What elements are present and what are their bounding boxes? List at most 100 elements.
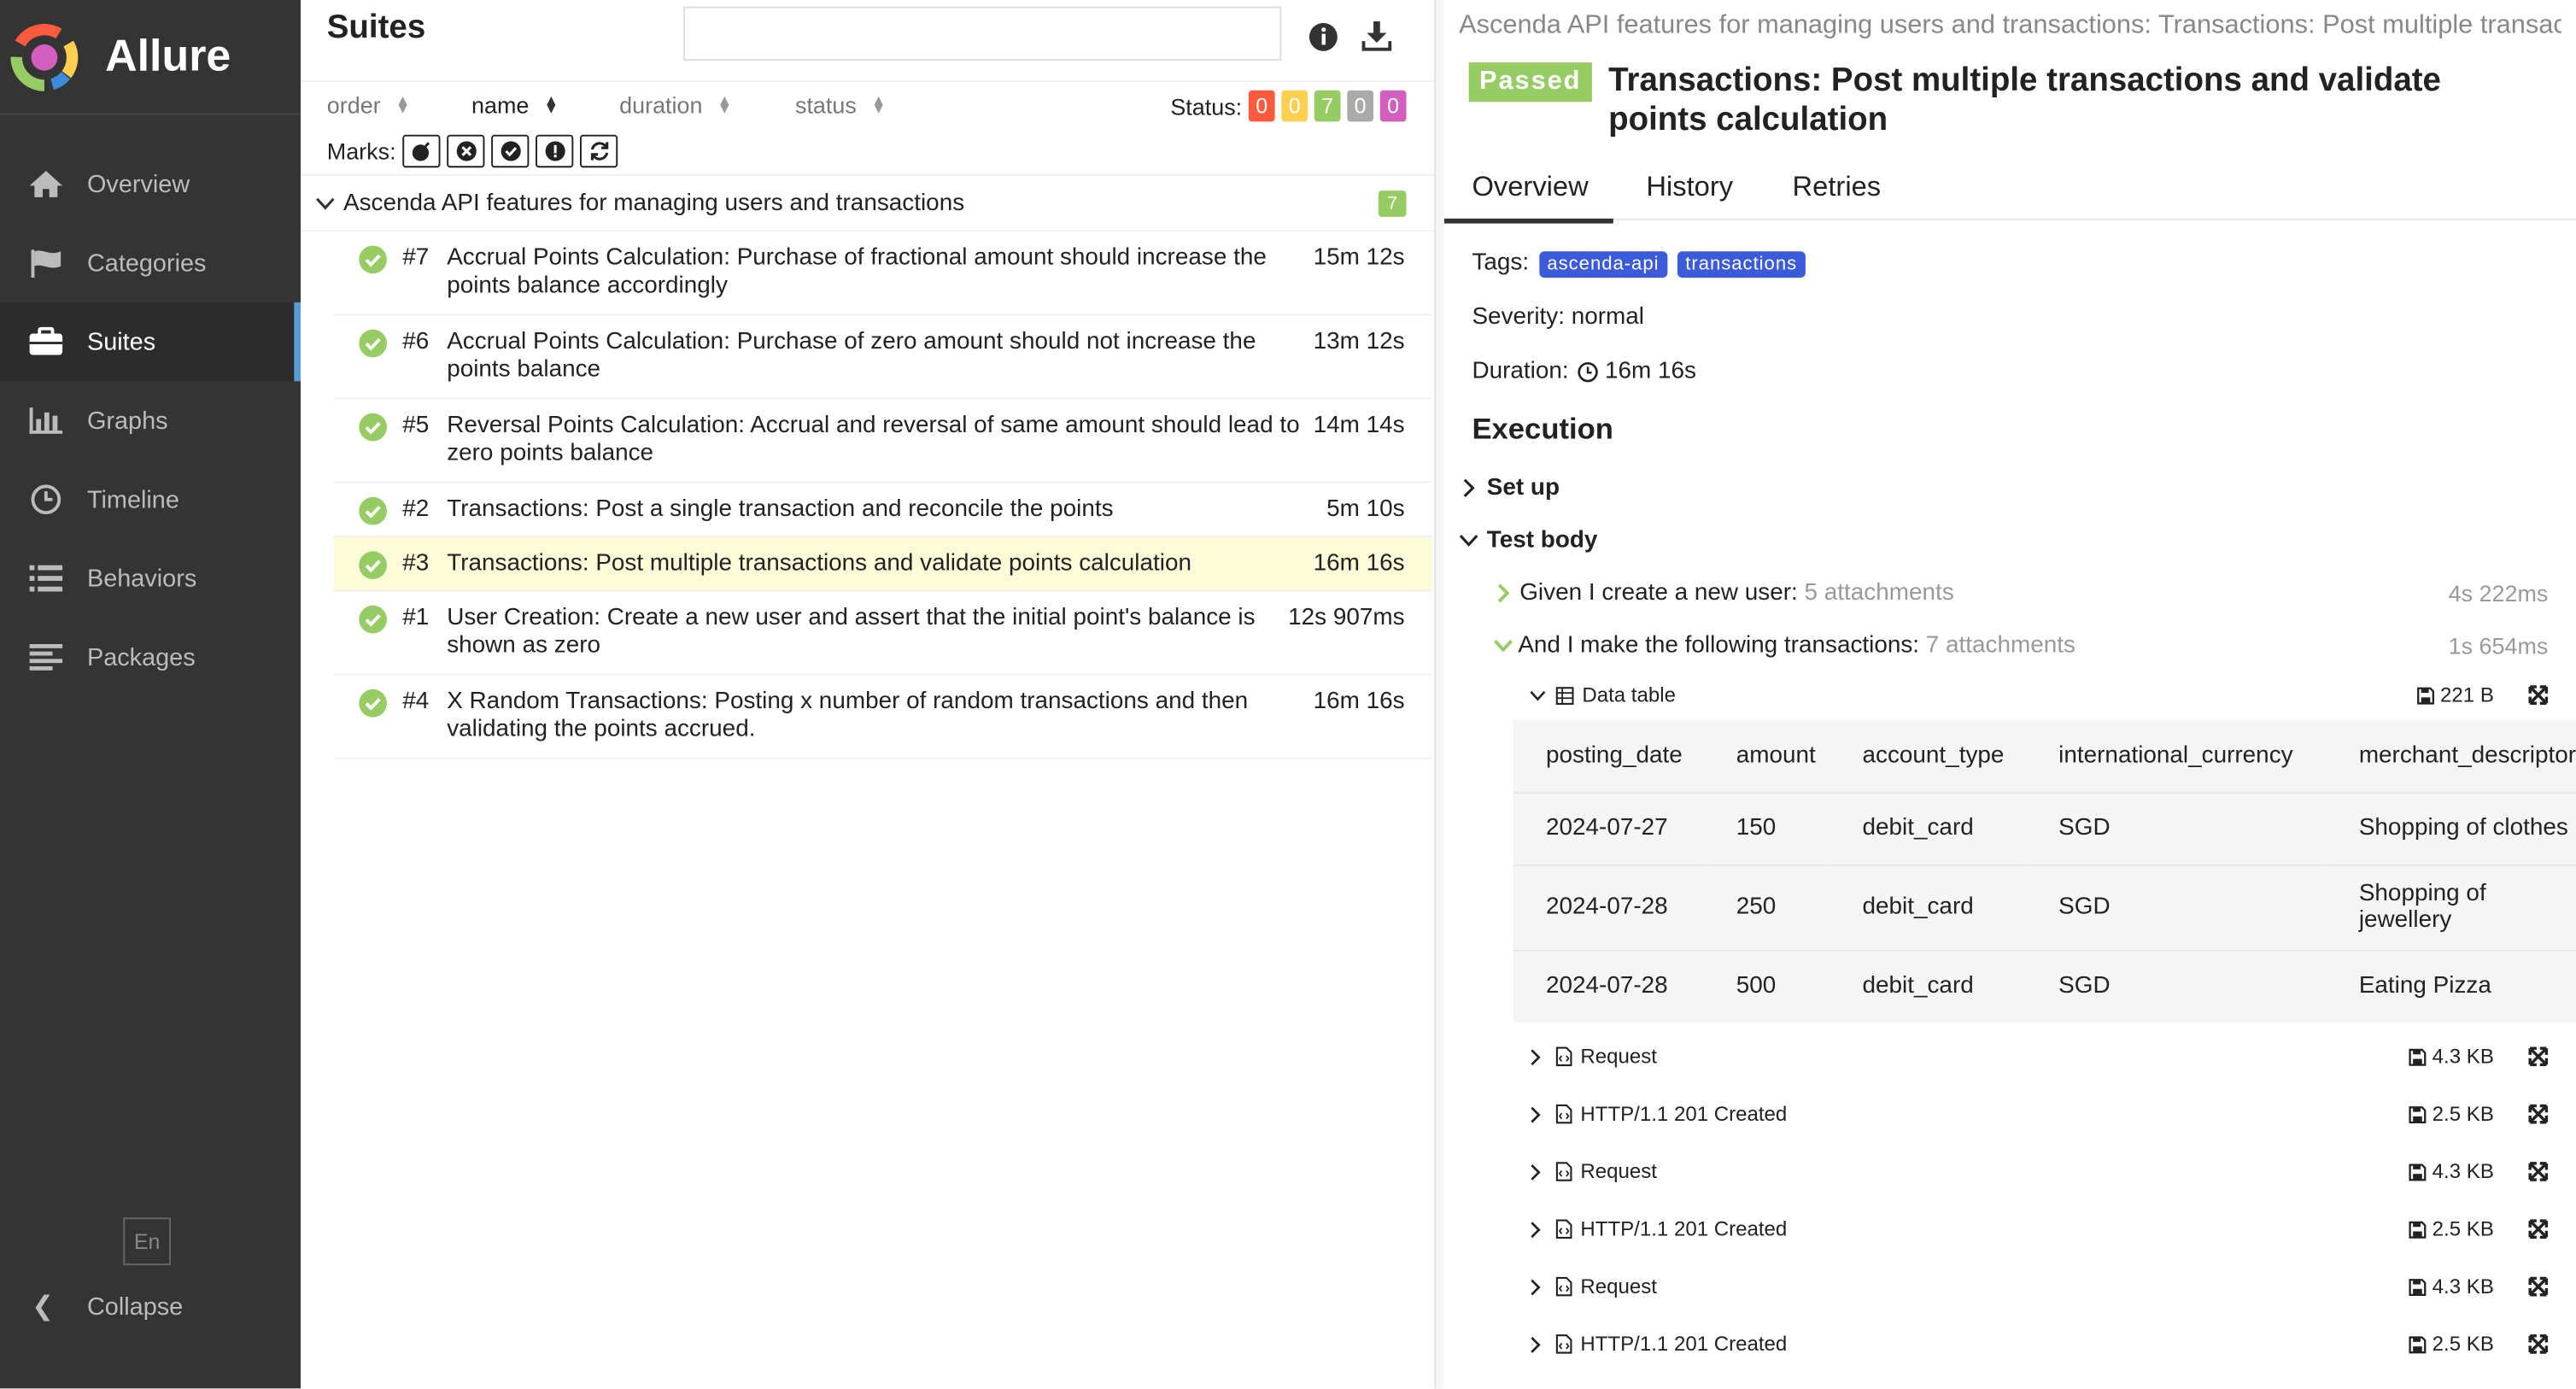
tab-overview[interactable]: Overview <box>1443 171 1613 224</box>
brand[interactable]: Allure <box>0 0 302 115</box>
info-icon <box>1308 21 1337 50</box>
sort-duration[interactable]: duration ▲ ▼ <box>619 92 732 119</box>
column-header: amount <box>1703 719 1830 794</box>
expand-icon <box>2528 1276 2549 1297</box>
sidebar-item-overview[interactable]: Overview <box>0 144 301 223</box>
sidebar-item-label: Graphs <box>86 407 168 435</box>
status-count-passed[interactable]: 7 <box>1314 90 1341 122</box>
test-case-row[interactable]: #6 Accrual Points Calculation: Purchase o… <box>333 315 1433 400</box>
attachment-row[interactable]: Request 4.3 KB <box>1530 1040 2565 1073</box>
chevron-right-icon <box>1530 1047 1549 1065</box>
file-size-icon <box>2409 1105 2427 1123</box>
sort-label: status <box>794 91 857 119</box>
attachment-row[interactable]: HTTP/1.1 201 Created 2.5 KB <box>1530 1327 2565 1360</box>
home-icon <box>26 167 66 200</box>
new-failed-mark-button[interactable] <box>447 133 485 167</box>
attachment-label: Request <box>1580 1275 1657 1298</box>
sort-name[interactable]: name ▲ ▼ <box>471 92 559 119</box>
file-code-icon <box>1555 1046 1572 1067</box>
sidebar-item-label: Packages <box>86 643 196 671</box>
chevron-right-icon <box>1530 1335 1549 1353</box>
test-case-row[interactable]: #1 User Creation: Create a new user and a… <box>333 591 1433 676</box>
attachment-size-value: 221 B <box>2440 683 2494 707</box>
test-case-number: #6 <box>402 328 430 355</box>
test-case-row[interactable]: #2 Transactions: Post a single transactio… <box>333 484 1433 537</box>
step-row[interactable]: Given I create a new user: 5 attachments… <box>1496 580 2548 607</box>
sidebar-item-behaviors[interactable]: Behaviors <box>0 539 301 618</box>
test-case-title: Transactions: Post a single transaction … <box>447 495 1114 523</box>
expand-button[interactable] <box>2528 1219 2549 1240</box>
attachment-size-value: 2.5 KB <box>2432 1217 2494 1241</box>
attachment-row[interactable]: Request 4.3 KB <box>1530 1155 2565 1187</box>
sort-icon: ▲ ▼ <box>717 91 732 117</box>
expand-button[interactable] <box>2528 685 2549 705</box>
test-case-row[interactable]: #5 Reversal Points Calculation: Accrual a… <box>333 399 1433 484</box>
table-cell: debit_card <box>1830 792 2026 865</box>
sidebar-item-timeline[interactable]: Timeline <box>0 460 301 539</box>
align-left-icon <box>26 641 66 673</box>
language-button[interactable]: En <box>123 1217 172 1266</box>
sidebar-item-graphs[interactable]: Graphs <box>0 381 301 460</box>
step-row[interactable]: And I make the following transactions: 7… <box>1493 633 2548 659</box>
file-size-icon <box>2409 1163 2427 1181</box>
attachment-row[interactable]: Request 4.3 KB <box>1530 1270 2565 1303</box>
test-case-number: #3 <box>402 550 430 577</box>
chevron-right-icon <box>1530 1105 1549 1123</box>
test-case-row[interactable]: #4 X Random Transactions: Posting x numbe… <box>333 676 1433 759</box>
test-case-row[interactable]: #3 Transactions: Post multiple transactio… <box>333 536 1433 592</box>
status-count-failed[interactable]: 0 <box>1248 90 1275 122</box>
status-count-skipped[interactable]: 0 <box>1347 90 1374 122</box>
passed-check-icon <box>359 496 387 525</box>
expand-button[interactable] <box>2528 1334 2549 1354</box>
setup-label: Set up <box>1486 474 1560 501</box>
sort-order[interactable]: order ▲ ▼ <box>327 92 410 119</box>
flag-icon <box>26 247 66 279</box>
clock-icon <box>26 484 66 516</box>
sidebar-item-packages[interactable]: Packages <box>0 618 301 696</box>
search-input[interactable] <box>683 6 1282 62</box>
expand-button[interactable] <box>2528 1162 2549 1181</box>
attachment-row[interactable]: HTTP/1.1 201 Created 2.5 KB <box>1530 1213 2565 1245</box>
collapse-button[interactable]: ❮ Collapse <box>26 1286 183 1326</box>
test-case-number: #4 <box>402 688 430 715</box>
status-count-unknown[interactable]: 0 <box>1379 90 1407 122</box>
sidebar-item-categories[interactable]: Categories <box>0 224 301 302</box>
duration-label: Duration: <box>1472 358 1569 385</box>
test-case-row[interactable]: #7 Accrual Points Calculation: Purchase o… <box>333 232 1433 316</box>
table-cell: SGD <box>2025 864 2327 951</box>
flaky-mark-button[interactable] <box>402 133 441 167</box>
expand-button[interactable] <box>2528 1046 2549 1067</box>
download-button[interactable] <box>1357 16 1396 56</box>
status-count-broken[interactable]: 0 <box>1281 90 1308 122</box>
data-table-attachment[interactable]: Data table 221 B <box>1530 678 2565 711</box>
sort-icon: ▲ ▼ <box>871 91 887 117</box>
sidebar-item-label: Suites <box>86 327 156 356</box>
table-row: 2024-07-28 250 debit_card SGD Shopping o… <box>1513 864 2576 951</box>
attachment-size-value: 4.3 KB <box>2432 1159 2494 1183</box>
sort-status[interactable]: status ▲ ▼ <box>795 92 886 119</box>
info-button[interactable] <box>1303 16 1342 56</box>
file-size-icon <box>2409 1278 2427 1296</box>
severity: Severity: normal <box>1472 303 1644 331</box>
tab-retries[interactable]: Retries <box>1793 171 1882 203</box>
collapse-label: Collapse <box>86 1292 184 1321</box>
sort-icon: ▲ ▼ <box>543 91 559 117</box>
sort-label: duration <box>619 91 703 119</box>
test-body-section[interactable]: Test body <box>1459 527 1597 554</box>
setup-section[interactable]: Set up <box>1462 475 1560 501</box>
retries-mark-button[interactable] <box>579 133 618 167</box>
expand-button[interactable] <box>2528 1276 2549 1297</box>
new-broken-mark-button[interactable] <box>536 133 574 167</box>
sidebar-item-suites[interactable]: Suites <box>0 302 302 382</box>
pane-splitter[interactable] <box>1434 0 1444 1389</box>
expand-icon <box>2528 685 2549 705</box>
tab-history[interactable]: History <box>1646 171 1733 203</box>
attachment-row[interactable]: HTTP/1.1 201 Created 2.5 KB <box>1530 1098 2565 1130</box>
suite-group-count: 7 <box>1378 190 1407 217</box>
expand-button[interactable] <box>2528 1104 2549 1124</box>
tag-badge: transactions <box>1677 251 1806 278</box>
new-passed-mark-button[interactable] <box>491 133 530 167</box>
suite-group[interactable]: Ascenda API features for managing users … <box>301 176 1435 232</box>
chevron-right-icon <box>1530 1163 1549 1181</box>
test-case-duration: 15m 12s <box>1313 244 1405 272</box>
